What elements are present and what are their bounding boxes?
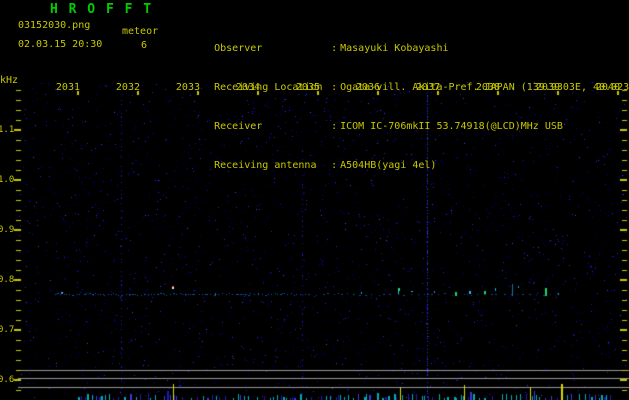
time-tick-label: 2040 (595, 82, 620, 93)
info-separator: : (331, 160, 338, 171)
info-row-antenna: Receiving antenna: A504HB(yagi 4el) (178, 146, 628, 171)
info-value: A504HB(yagi 4el) (340, 160, 437, 171)
time-tick-label: 2035 (295, 82, 320, 93)
observation-mode: meteor (122, 26, 159, 37)
time-tick-label: 2033 (175, 82, 200, 93)
info-separator: : (331, 121, 338, 132)
freq-tick-label: 1.1 (0, 125, 15, 135)
hrofft-screen: H R O F F T 03152030.png meteor 02.03.15… (0, 0, 629, 400)
info-separator: : (331, 43, 338, 54)
info-row-location: Receiving Location: Ogata-vill. Akita-Pre… (178, 68, 629, 93)
info-value: ICOM IC-706mkII 53.74918(@LCD)MHz USB (340, 121, 563, 132)
time-tick-label: 2036 (355, 82, 380, 93)
time-tick-label: 2039 (535, 82, 560, 93)
info-value: Masayuki Kobayashi (340, 43, 449, 54)
time-tick-label: 2032 (115, 82, 140, 93)
time-tick-label: 2031 (55, 82, 80, 93)
freq-axis-unit: kHz (0, 75, 19, 86)
info-row-receiver: Receiver: ICOM IC-706mkII 53.74918(@LCD)M… (178, 107, 628, 132)
freq-tick-label: 1.0 (0, 175, 15, 185)
station-info: Observer: Masayuki Kobayashi Receiving Lo… (178, 3, 629, 185)
info-label: Receiving antenna (214, 160, 317, 171)
freq-tick-label: 0.7 (0, 325, 15, 335)
freq-tick-label: 0.6 (0, 375, 15, 385)
time-tick-label: 2037 (415, 82, 440, 93)
observation-datetime: 02.03.15 20:30 (18, 39, 103, 50)
info-label: Observer (214, 43, 263, 54)
info-label: Receiver (214, 121, 263, 132)
app-title: H R O F F T (50, 2, 153, 17)
freq-tick-label: 0.8 (0, 275, 15, 285)
time-tick-label: 2038 (475, 82, 500, 93)
info-row-observer: Observer: Masayuki Kobayashi (178, 29, 628, 54)
echo-count: 6 (141, 40, 148, 51)
time-tick-label: 2034 (235, 82, 260, 93)
output-filename: 03152030.png (18, 20, 91, 31)
freq-tick-label: 0.9 (0, 225, 15, 235)
